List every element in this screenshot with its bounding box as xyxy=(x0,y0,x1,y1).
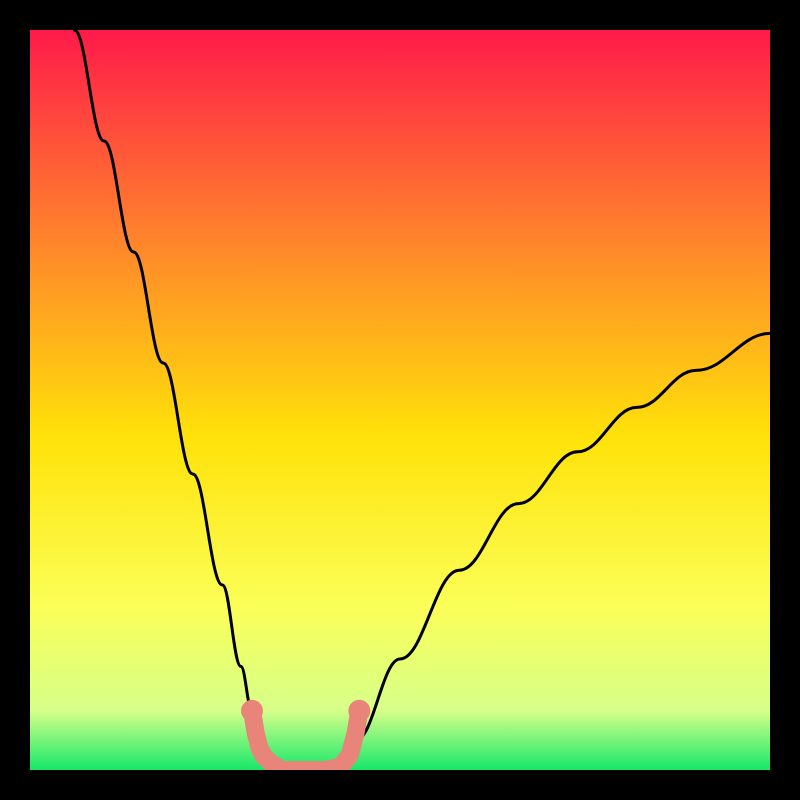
chart-frame xyxy=(0,0,800,800)
